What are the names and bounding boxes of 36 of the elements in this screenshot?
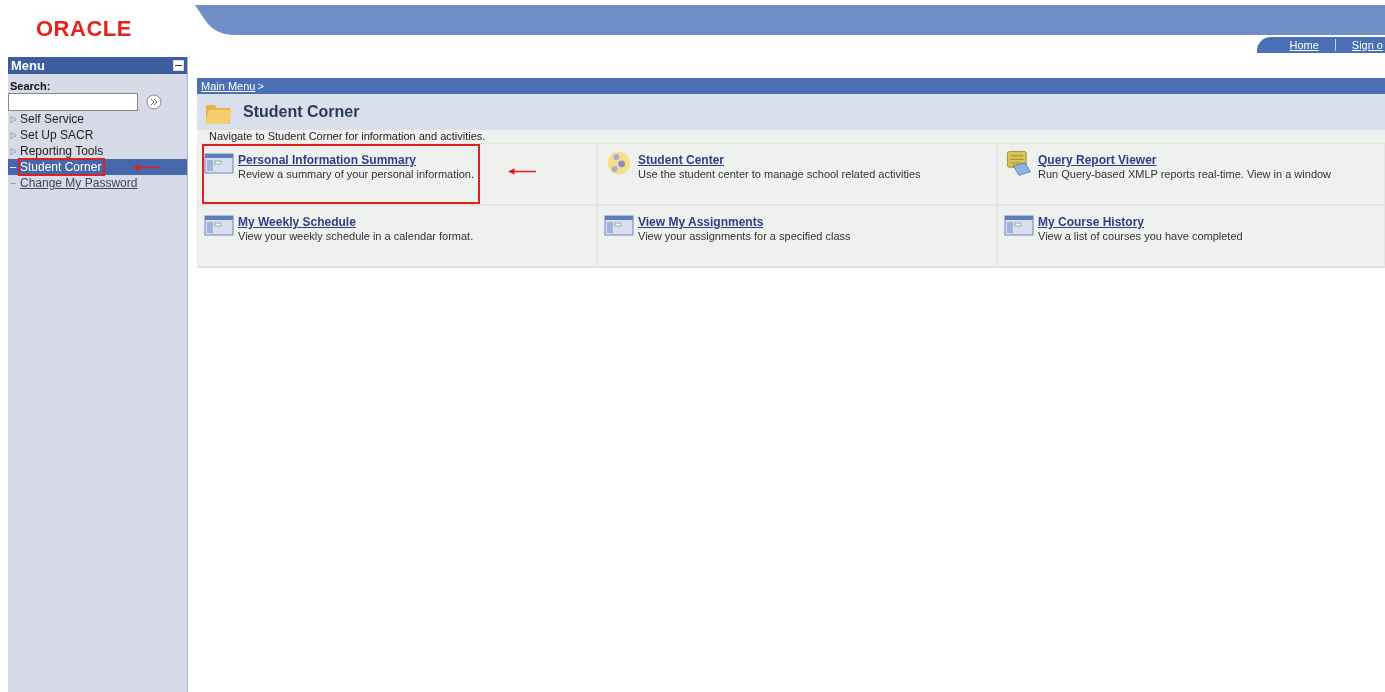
tile-link[interactable]: Student Center — [638, 153, 724, 167]
page-title: Student Corner — [243, 103, 360, 121]
tile-description: View a list of courses you have completed — [1038, 230, 1243, 242]
window-icon — [604, 212, 634, 238]
tile-link[interactable]: My Weekly Schedule — [238, 215, 356, 229]
breadcrumb-link[interactable]: Main Menu — [201, 80, 256, 92]
menu-title: Menu — [11, 58, 45, 73]
report-viewer-icon — [1004, 150, 1034, 176]
tile-link[interactable]: View My Assignments — [638, 215, 764, 229]
window-icon — [204, 212, 234, 238]
tile-description: View your assignments for a specified class — [638, 230, 851, 242]
tile-link[interactable]: My Course History — [1038, 215, 1145, 229]
collapse-icon[interactable] — [173, 60, 184, 71]
menu-item[interactable]: Self Service — [20, 112, 85, 126]
header-link[interactable]: Home — [1287, 39, 1321, 51]
menu-item[interactable]: Student Corner — [20, 160, 104, 174]
window-icon — [1004, 212, 1034, 238]
tile-description: Use the student center to manage school related activities — [638, 168, 921, 180]
search-label: Search: — [9, 79, 52, 93]
oracle-logo: ORACLE — [35, 15, 133, 40]
annotation-arrow — [133, 163, 162, 171]
header-link[interactable]: Sign o — [1349, 39, 1385, 51]
page-description: Navigate to Student Corner for information and activities. — [197, 130, 1385, 143]
annotation-arrow — [508, 168, 536, 175]
search-go-icon[interactable] — [146, 94, 162, 110]
window-icon — [204, 150, 234, 176]
tile-description: Run Query-based XMLP reports real-time. View in a window — [1038, 168, 1332, 180]
menu-item[interactable]: Set Up SACR — [20, 128, 94, 142]
search-field[interactable] — [8, 93, 138, 111]
tile-link[interactable]: Query Report Viewer — [1038, 153, 1157, 167]
breadcrumb-separator: > — [257, 80, 264, 92]
tile-link[interactable]: Personal Information Summary — [238, 153, 417, 167]
menu-item[interactable]: Reporting Tools — [20, 144, 104, 158]
tile-description: Review a summary of your personal information. — [238, 168, 474, 180]
menu-item[interactable]: Change My Password — [20, 176, 138, 190]
tile-description: View your weekly schedule in a calendar format. — [238, 230, 474, 242]
